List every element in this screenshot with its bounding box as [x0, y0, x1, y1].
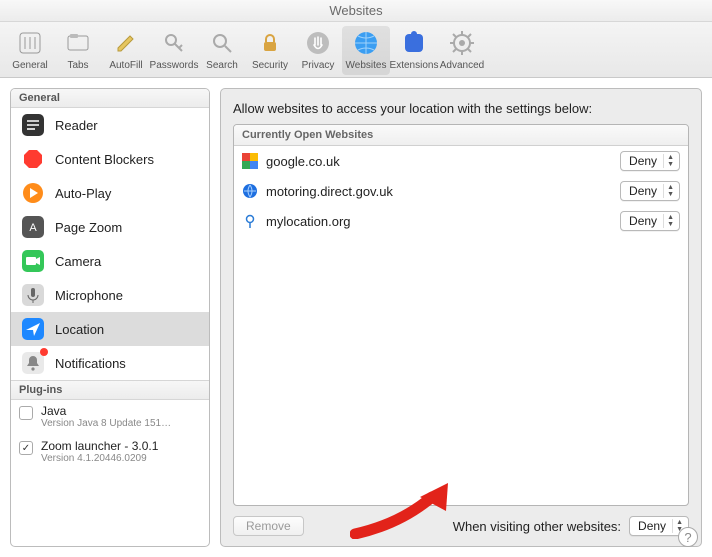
websites-list: Currently Open Websites google.co.uk Den… — [233, 124, 689, 506]
toolbar-autofill[interactable]: AutoFill — [102, 26, 150, 75]
preferences-toolbar: General Tabs AutoFill Passwords Search S… — [0, 22, 712, 78]
favicon-icon — [242, 183, 258, 199]
sidebar-item-reader[interactable]: Reader — [11, 108, 209, 142]
stop-icon — [21, 147, 45, 171]
toolbar-label: Search — [206, 60, 238, 71]
key-icon — [159, 28, 189, 58]
toolbar-label: General — [12, 60, 48, 71]
microphone-icon — [21, 283, 45, 307]
panel-description: Allow websites to access your location w… — [233, 101, 689, 116]
puzzle-icon — [399, 28, 429, 58]
toolbar-advanced[interactable]: Advanced — [438, 26, 486, 75]
sidebar-item-label: Reader — [55, 118, 98, 133]
website-domain: google.co.uk — [266, 154, 612, 169]
toolbar-label: Advanced — [440, 60, 484, 71]
pencil-icon — [111, 28, 141, 58]
plugin-java[interactable]: Java Version Java 8 Update 151… — [11, 400, 209, 435]
plugin-name: Zoom launcher - 3.0.1 — [41, 439, 201, 453]
remove-button[interactable]: Remove — [233, 516, 304, 536]
bell-icon — [21, 351, 45, 375]
sidebar-item-label: Location — [55, 322, 104, 337]
sidebar-item-label: Content Blockers — [55, 152, 154, 167]
location-settings-panel: Allow websites to access your location w… — [220, 88, 702, 547]
website-row[interactable]: google.co.uk Deny▲▼ — [234, 146, 688, 176]
plugin-name: Java — [41, 404, 201, 418]
location-arrow-icon — [21, 317, 45, 341]
search-icon — [207, 28, 237, 58]
websites-sidebar: General Reader Content Blockers Auto-Pla… — [10, 88, 210, 547]
play-icon — [21, 181, 45, 205]
svg-text:A: A — [29, 222, 37, 234]
favicon-icon — [242, 153, 258, 169]
website-domain: mylocation.org — [266, 214, 612, 229]
list-header: Currently Open Websites — [234, 125, 688, 146]
website-row[interactable]: mylocation.org Deny▲▼ — [234, 206, 688, 236]
reader-icon — [21, 113, 45, 137]
sidebar-item-camera[interactable]: Camera — [11, 244, 209, 278]
plugin-version: Version Java 8 Update 151… — [41, 418, 201, 429]
favicon-icon — [242, 213, 258, 229]
toolbar-privacy[interactable]: Privacy — [294, 26, 342, 75]
sidebar-item-microphone[interactable]: Microphone — [11, 278, 209, 312]
zoom-icon: A — [21, 215, 45, 239]
hand-icon — [303, 28, 333, 58]
toolbar-label: Websites — [346, 60, 387, 71]
toolbar-label: Tabs — [67, 60, 88, 71]
plugin-zoom-launcher[interactable]: ✓ Zoom launcher - 3.0.1 Version 4.1.2044… — [11, 435, 209, 470]
gear-icon — [447, 28, 477, 58]
permission-select[interactable]: Deny▲▼ — [620, 151, 680, 171]
toolbar-extensions[interactable]: Extensions — [390, 26, 438, 75]
lock-icon — [255, 28, 285, 58]
notification-badge-icon — [40, 348, 48, 356]
sidebar-item-label: Page Zoom — [55, 220, 122, 235]
window-title: Websites — [0, 0, 712, 22]
globe-icon — [351, 28, 381, 58]
toolbar-label: Security — [252, 60, 288, 71]
help-button[interactable]: ? — [678, 527, 698, 547]
sidebar-item-content-blockers[interactable]: Content Blockers — [11, 142, 209, 176]
sidebar-item-label: Camera — [55, 254, 101, 269]
toolbar-tabs[interactable]: Tabs — [54, 26, 102, 75]
sidebar-item-label: Notifications — [55, 356, 126, 371]
sidebar-item-notifications[interactable]: Notifications — [11, 346, 209, 380]
camera-icon — [21, 249, 45, 273]
toolbar-passwords[interactable]: Passwords — [150, 26, 198, 75]
tabs-icon — [63, 28, 93, 58]
sidebar-item-location[interactable]: Location — [11, 312, 209, 346]
default-permission-label: When visiting other websites: — [453, 519, 621, 534]
permission-select[interactable]: Deny▲▼ — [620, 181, 680, 201]
sidebar-section-general: General — [11, 89, 209, 108]
sidebar-item-label: Auto-Play — [55, 186, 111, 201]
toolbar-general[interactable]: General — [6, 26, 54, 75]
sidebar-item-page-zoom[interactable]: A Page Zoom — [11, 210, 209, 244]
toolbar-label: Extensions — [390, 60, 439, 71]
toolbar-security[interactable]: Security — [246, 26, 294, 75]
sidebar-section-plugins: Plug-ins — [11, 380, 209, 400]
plugin-checkbox[interactable]: ✓ — [19, 441, 33, 455]
website-domain: motoring.direct.gov.uk — [266, 184, 612, 199]
switches-icon — [15, 28, 45, 58]
toolbar-label: Privacy — [302, 60, 335, 71]
toolbar-websites[interactable]: Websites — [342, 26, 390, 75]
toolbar-search[interactable]: Search — [198, 26, 246, 75]
toolbar-label: Passwords — [150, 60, 199, 71]
plugin-checkbox[interactable] — [19, 406, 33, 420]
sidebar-item-label: Microphone — [55, 288, 123, 303]
permission-select[interactable]: Deny▲▼ — [620, 211, 680, 231]
plugin-version: Version 4.1.20446.0209 — [41, 453, 201, 464]
toolbar-label: AutoFill — [109, 60, 142, 71]
website-row[interactable]: motoring.direct.gov.uk Deny▲▼ — [234, 176, 688, 206]
sidebar-item-auto-play[interactable]: Auto-Play — [11, 176, 209, 210]
